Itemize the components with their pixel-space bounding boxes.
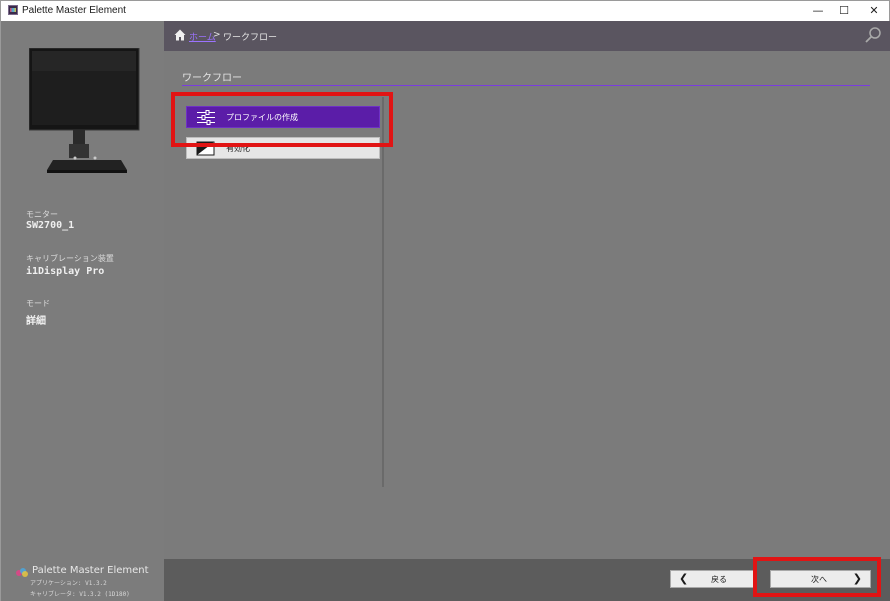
monitor-image xyxy=(29,48,140,173)
calibrator-version: キャリブレータ: V1.3.2 (1D180) xyxy=(30,591,130,598)
workflow-list: プロファイルの作成 有効化 xyxy=(182,97,384,487)
brand-logo-icon xyxy=(16,568,28,577)
main-content: ワークフロー プロファイルの作成 有効化 xyxy=(164,51,890,559)
breadcrumb-home-link[interactable]: ホーム xyxy=(189,30,216,43)
breadcrumb-separator: > xyxy=(213,30,221,40)
workflow-item-validation[interactable]: 有効化 xyxy=(186,137,380,159)
back-button-label: 戻る xyxy=(711,575,727,584)
title-bar: Palette Master Element — ☐ ✕ xyxy=(1,1,889,21)
mode-value: 詳細 xyxy=(26,316,46,327)
maximize-button[interactable]: ☐ xyxy=(827,1,861,21)
sidebar: モニター SW2700_1 キャリブレーション装置 i1Display Pro … xyxy=(1,21,164,601)
chevron-right-icon: ❯ xyxy=(852,572,862,585)
workflow-item-label: 有効化 xyxy=(226,144,250,153)
home-icon[interactable] xyxy=(174,29,186,41)
app-window: Palette Master Element — ☐ ✕ モニター SW2700… xyxy=(0,0,890,601)
mode-label: モード xyxy=(26,299,50,308)
workflow-item-label: プロファイルの作成 xyxy=(226,113,298,122)
calibrator-value: i1Display Pro xyxy=(26,266,105,277)
next-button[interactable]: 次へ ❯ xyxy=(770,570,871,588)
workflow-item-create-profile[interactable]: プロファイルの作成 xyxy=(186,106,380,128)
footer-bar: ❮ 戻る 次へ ❯ xyxy=(164,559,890,601)
close-button[interactable]: ✕ xyxy=(857,1,890,21)
app-logo-icon xyxy=(8,5,18,15)
sliders-icon xyxy=(197,110,215,125)
breadcrumb: ホーム > ワークフロー xyxy=(164,21,890,51)
monitor-label: モニター xyxy=(26,210,58,219)
app-version: アプリケーション: V1.3.2 xyxy=(30,580,107,587)
calibrator-label: キャリブレーション装置 xyxy=(26,254,114,263)
validation-icon xyxy=(196,141,215,156)
section-divider xyxy=(182,85,870,86)
breadcrumb-current: ワークフロー xyxy=(223,33,278,43)
section-title: ワークフロー xyxy=(182,73,242,84)
search-icon[interactable] xyxy=(864,26,882,44)
next-button-label: 次へ xyxy=(811,575,827,584)
chevron-left-icon: ❮ xyxy=(679,572,689,585)
window-title: Palette Master Element xyxy=(22,5,126,16)
back-button[interactable]: ❮ 戻る xyxy=(670,570,754,588)
brand-name: Palette Master Element xyxy=(32,565,149,576)
monitor-value: SW2700_1 xyxy=(26,220,75,231)
brand-footer: Palette Master Element アプリケーション: V1.3.2 … xyxy=(16,565,161,601)
